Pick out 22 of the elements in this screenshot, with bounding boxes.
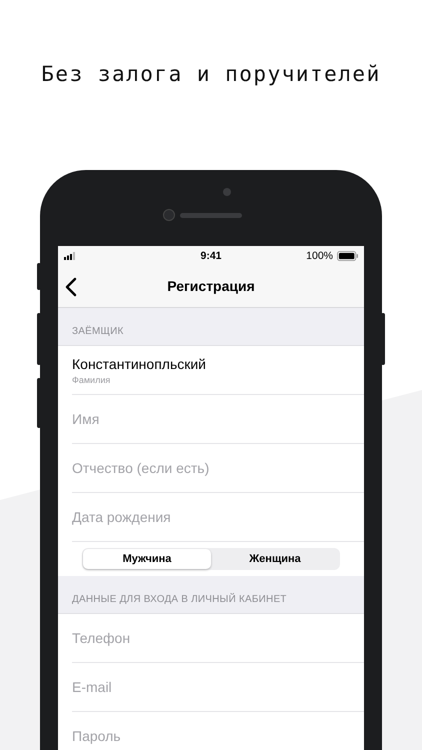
input-field[interactable]: Имя xyxy=(72,410,332,428)
input-field[interactable]: Отчество (если есть) xyxy=(72,459,332,477)
screen-title: Регистрация xyxy=(167,278,255,294)
back-button[interactable] xyxy=(64,276,78,298)
signal-icon xyxy=(64,252,78,260)
speaker-grille xyxy=(180,213,242,218)
section-header: ДАННЫЕ ДЛЯ ВХОДА В ЛИЧНЫЙ КАБИНЕТ xyxy=(72,594,287,605)
input-field[interactable]: Пароль xyxy=(72,727,332,745)
input-field[interactable]: E-mail xyxy=(72,678,332,696)
battery-percent: 100% xyxy=(306,250,333,262)
section-header: ЗАЁМЩИК xyxy=(72,326,124,337)
gender-tab[interactable]: Женщина xyxy=(211,549,339,569)
status-time: 9:41 xyxy=(200,250,222,262)
battery-icon xyxy=(337,250,359,260)
gender-tab[interactable]: Мужчина xyxy=(83,549,211,569)
input-field[interactable]: Телефон xyxy=(72,629,332,647)
camera-icon xyxy=(223,188,231,196)
input-field[interactable]: Дата рождения xyxy=(72,508,332,526)
sensor-icon xyxy=(163,209,175,221)
headline: Без залога и поручителей xyxy=(41,62,381,88)
field-label: Фамилия xyxy=(72,375,112,385)
input-field[interactable]: Константинопльский xyxy=(72,355,332,373)
